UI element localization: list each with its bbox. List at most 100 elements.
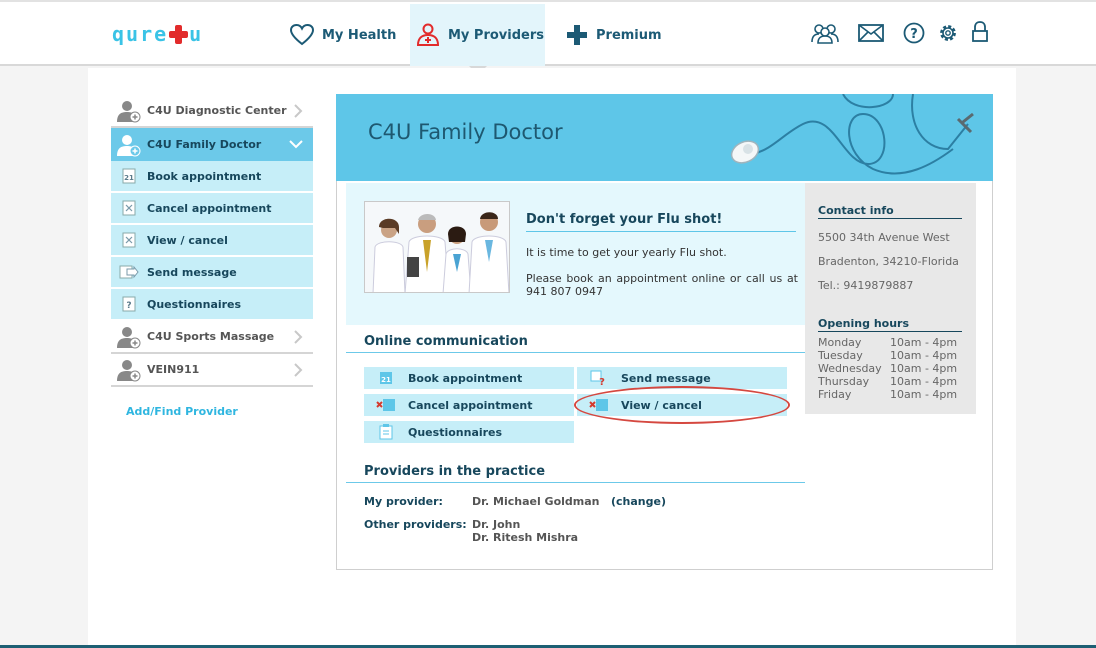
sidebar-item-c4u-sports-massage[interactable]: C4U Sports Massage: [111, 321, 313, 354]
hours-day: Monday: [818, 336, 862, 349]
mail-icon[interactable]: [858, 24, 884, 42]
qure4u-logo[interactable]: qure u: [112, 22, 203, 46]
questionnaires-label: Questionnaires: [408, 425, 503, 439]
book-appointment-button[interactable]: 21 Book appointment: [364, 367, 574, 389]
logo-plus-icon: [169, 24, 189, 44]
provider-sidebar: C4U Diagnostic Center C4U Family Doctor …: [111, 95, 313, 418]
questionnaire-icon: [364, 424, 408, 440]
sidebar-item-send-message[interactable]: Send message: [111, 257, 313, 289]
settings-icon[interactable]: [937, 22, 959, 44]
chevron-right-icon: [294, 104, 303, 118]
users-icon[interactable]: [810, 22, 840, 44]
logo-text-right: u: [189, 22, 204, 46]
book-appointment-label: Book appointment: [408, 371, 523, 385]
highlight-annotation: [574, 386, 790, 424]
flu-reminder-text: It is time to get your yearly Flu shot.: [526, 246, 727, 259]
add-find-provider-link[interactable]: Add/Find Provider: [111, 405, 313, 418]
sidebar-item-label: Cancel appointment: [147, 201, 272, 215]
hours-row: Thursday 10am - 4pm: [818, 375, 968, 388]
hours-time: 10am - 4pm: [890, 362, 958, 375]
help-icon[interactable]: ?: [903, 22, 925, 44]
my-provider-value: Dr. Michael Goldman: [472, 495, 600, 508]
my-provider-label: My provider:: [364, 495, 443, 508]
heart-icon: [290, 24, 314, 46]
provider-icon: [111, 99, 147, 123]
sidebar-item-c4u-family-doctor[interactable]: C4U Family Doctor: [111, 128, 313, 161]
lock-icon[interactable]: [971, 21, 989, 43]
hours-time: 10am - 4pm: [890, 349, 958, 362]
online-communication-heading: Online communication: [346, 334, 805, 353]
change-provider-link[interactable]: (change): [611, 495, 666, 508]
send-message-icon: [111, 265, 147, 279]
doctor-icon: [416, 23, 440, 46]
top-navigation-bar: qure u My Health My Providers Premium ?: [0, 0, 1096, 66]
sidebar-item-vein911[interactable]: VEIN911: [111, 354, 313, 387]
page-title: C4U Family Doctor: [368, 120, 563, 144]
contact-info-heading: Contact info: [818, 204, 962, 219]
cancel-calendar-icon: [364, 398, 408, 412]
hours-row: Monday 10am - 4pm: [818, 336, 968, 349]
hours-day: Wednesday: [818, 362, 882, 375]
svg-text:?: ?: [910, 27, 918, 42]
hours-day: Thursday: [818, 375, 870, 388]
other-providers-label: Other providers:: [364, 518, 467, 531]
hours-day: Friday: [818, 388, 852, 401]
sidebar-item-label: Send message: [147, 265, 237, 279]
sidebar-item-label: C4U Family Doctor: [147, 138, 262, 151]
flu-reminder-title: Don't forget your Flu shot!: [526, 212, 796, 232]
provider-banner: C4U Family Doctor: [336, 94, 993, 181]
stethoscope-icon: [730, 94, 974, 175]
svg-text:?: ?: [599, 377, 605, 386]
sidebar-item-cancel-appointment[interactable]: Cancel appointment: [111, 193, 313, 225]
questionnaires-button[interactable]: Questionnaires: [364, 421, 574, 443]
sidebar-item-c4u-diagnostic-center[interactable]: C4U Diagnostic Center: [111, 95, 313, 128]
provider-icon: [111, 133, 147, 157]
tab-premium[interactable]: Premium: [566, 4, 662, 66]
hours-time: 10am - 4pm: [890, 388, 958, 401]
tab-premium-label: Premium: [596, 27, 662, 43]
tab-my-health-label: My Health: [322, 27, 397, 43]
sidebar-item-questionnaires[interactable]: ? Questionnaires: [111, 289, 313, 321]
cancel-calendar-icon: [111, 200, 147, 216]
other-provider-name: Dr. John: [472, 518, 521, 531]
cancel-appointment-label: Cancel appointment: [408, 398, 533, 412]
contact-info-box: Contact info 5500 34th Avenue West Brade…: [805, 183, 976, 414]
sidebar-item-label: C4U Diagnostic Center: [147, 104, 287, 117]
svg-text:21: 21: [124, 174, 134, 182]
sidebar-item-label: Questionnaires: [147, 297, 242, 311]
tab-my-providers[interactable]: My Providers: [410, 4, 545, 66]
send-message-icon: ?: [577, 370, 621, 386]
tab-my-providers-label: My Providers: [448, 27, 545, 43]
providers-in-practice-heading: Providers in the practice: [346, 464, 805, 483]
address-line-2: Bradenton, 34210-Florida: [818, 255, 959, 268]
send-message-label: Send message: [621, 371, 711, 385]
flu-reminder-call-text: Please book an appointment online or cal…: [526, 272, 798, 298]
cancel-appointment-button[interactable]: Cancel appointment: [364, 394, 574, 416]
phone-number: Tel.: 9419879887: [818, 279, 914, 292]
sidebar-item-label: VEIN911: [147, 363, 200, 376]
hours-row: Friday 10am - 4pm: [818, 388, 968, 401]
svg-text:?: ?: [126, 301, 131, 311]
chevron-right-icon: [294, 330, 303, 344]
provider-icon: [111, 358, 147, 382]
sidebar-item-label: C4U Sports Massage: [147, 330, 275, 343]
doctors-photo: [364, 201, 510, 293]
chevron-down-icon: [289, 140, 303, 149]
hours-row: Tuesday 10am - 4pm: [818, 349, 968, 362]
questionnaire-icon: ?: [111, 296, 147, 312]
address-line-1: 5500 34th Avenue West: [818, 231, 950, 244]
svg-text:21: 21: [381, 376, 391, 384]
plus-icon: [567, 25, 587, 45]
tab-my-health[interactable]: My Health: [290, 4, 396, 66]
sidebar-item-book-appointment[interactable]: 21 Book appointment: [111, 161, 313, 193]
opening-hours-heading: Opening hours: [818, 317, 962, 332]
other-provider-name: Dr. Ritesh Mishra: [472, 531, 579, 544]
sidebar-item-view-cancel[interactable]: View / cancel: [111, 225, 313, 257]
hours-row: Wednesday 10am - 4pm: [818, 362, 968, 375]
calendar-icon: 21: [111, 168, 147, 184]
hours-time: 10am - 4pm: [890, 375, 958, 388]
view-calendar-icon: [111, 232, 147, 248]
sidebar-item-label: Book appointment: [147, 169, 262, 183]
calendar-icon: 21: [364, 371, 408, 385]
hours-time: 10am - 4pm: [890, 336, 958, 349]
